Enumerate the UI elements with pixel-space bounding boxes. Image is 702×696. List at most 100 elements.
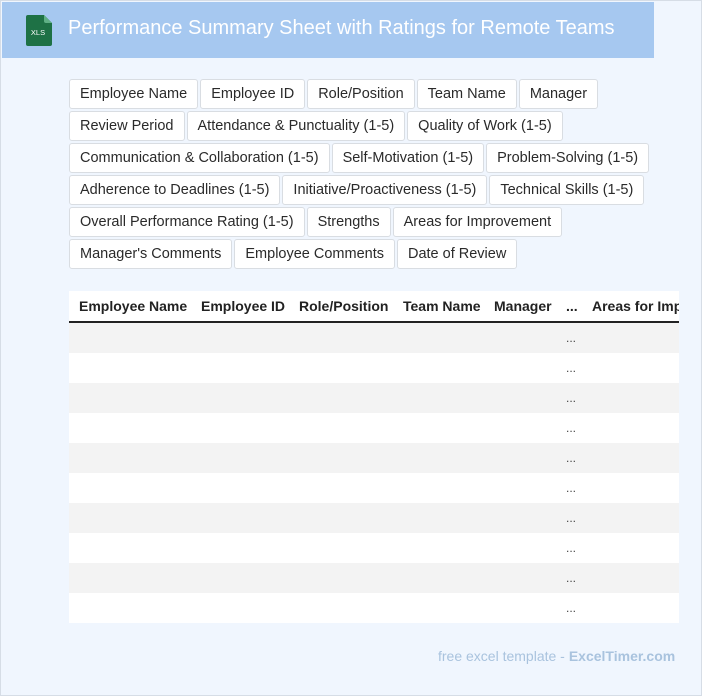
- table-cell[interactable]: [484, 353, 556, 383]
- table-cell[interactable]: [69, 593, 191, 623]
- table-cell[interactable]: [484, 503, 556, 533]
- table-cell[interactable]: [484, 383, 556, 413]
- table-cell[interactable]: ...: [556, 473, 582, 503]
- table-cell[interactable]: [393, 353, 484, 383]
- table-cell[interactable]: [393, 533, 484, 563]
- table-cell[interactable]: [69, 563, 191, 593]
- table-cell[interactable]: [69, 533, 191, 563]
- field-chip[interactable]: Date of Review: [396, 239, 518, 269]
- field-chip[interactable]: Self-Motivation (1-5): [331, 143, 485, 173]
- column-header[interactable]: Role/Position: [289, 291, 393, 323]
- table-cell[interactable]: [191, 563, 289, 593]
- table-cell[interactable]: [289, 353, 393, 383]
- field-chip[interactable]: Strengths: [306, 207, 391, 237]
- table-cell[interactable]: [289, 503, 393, 533]
- field-chip[interactable]: Communication & Collaboration (1-5): [69, 143, 330, 173]
- footer: free excel template - ExcelTimer.com: [438, 648, 675, 664]
- table-cell[interactable]: [582, 533, 679, 563]
- table-cell[interactable]: [69, 503, 191, 533]
- column-header[interactable]: Employee Name: [69, 291, 191, 323]
- table-cell[interactable]: [582, 443, 679, 473]
- table-cell[interactable]: [289, 563, 393, 593]
- field-chip[interactable]: Areas for Improvement: [392, 207, 563, 237]
- table-cell[interactable]: [191, 533, 289, 563]
- table-cell[interactable]: [191, 473, 289, 503]
- table-cell[interactable]: ...: [556, 503, 582, 533]
- table-cell[interactable]: [393, 443, 484, 473]
- column-header[interactable]: ...: [556, 291, 582, 323]
- field-chip[interactable]: Initiative/Proactiveness (1-5): [282, 175, 488, 205]
- table-cell[interactable]: [582, 563, 679, 593]
- table-cell[interactable]: [393, 593, 484, 623]
- table-cell[interactable]: [289, 443, 393, 473]
- table-cell[interactable]: [289, 533, 393, 563]
- table-cell[interactable]: [69, 473, 191, 503]
- field-chip[interactable]: Manager's Comments: [69, 239, 233, 269]
- table-cell[interactable]: [191, 353, 289, 383]
- table-cell[interactable]: [393, 322, 484, 353]
- field-chip[interactable]: Role/Position: [307, 79, 415, 109]
- table-cell[interactable]: [69, 353, 191, 383]
- table-cell[interactable]: ...: [556, 322, 582, 353]
- field-chip[interactable]: Employee ID: [200, 79, 306, 109]
- column-header[interactable]: Areas for Improvement: [582, 291, 679, 323]
- table-cell[interactable]: [289, 322, 393, 353]
- table-cell[interactable]: [191, 593, 289, 623]
- table-cell[interactable]: [582, 473, 679, 503]
- table-cell[interactable]: ...: [556, 353, 582, 383]
- table-cell[interactable]: [289, 413, 393, 443]
- table-cell[interactable]: [582, 503, 679, 533]
- table-cell[interactable]: [69, 322, 191, 353]
- table-cell[interactable]: [393, 473, 484, 503]
- table-cell[interactable]: [289, 383, 393, 413]
- table-cell[interactable]: [393, 563, 484, 593]
- table-cell[interactable]: [289, 593, 393, 623]
- table-cell[interactable]: ...: [556, 443, 582, 473]
- field-chip[interactable]: Employee Comments: [234, 239, 395, 269]
- field-chip[interactable]: Review Period: [69, 111, 185, 141]
- column-header[interactable]: Employee ID: [191, 291, 289, 323]
- table-cell[interactable]: [69, 383, 191, 413]
- column-header[interactable]: Manager: [484, 291, 556, 323]
- field-chip[interactable]: Quality of Work (1-5): [407, 111, 563, 141]
- table-cell[interactable]: ...: [556, 593, 582, 623]
- field-chip[interactable]: Manager: [518, 79, 599, 109]
- table-cell[interactable]: [191, 503, 289, 533]
- table-cell[interactable]: [393, 383, 484, 413]
- table-cell[interactable]: [191, 413, 289, 443]
- table-cell[interactable]: ...: [556, 533, 582, 563]
- table-cell[interactable]: [393, 503, 484, 533]
- table-cell[interactable]: [484, 593, 556, 623]
- field-chip[interactable]: Problem-Solving (1-5): [486, 143, 650, 173]
- table-cell[interactable]: [191, 383, 289, 413]
- table-cell[interactable]: ...: [556, 563, 582, 593]
- data-table: Employee Name Employee ID Role/Position Tea…: [69, 291, 679, 623]
- table-cell[interactable]: [393, 413, 484, 443]
- table-cell[interactable]: [484, 473, 556, 503]
- table-cell[interactable]: [582, 322, 679, 353]
- field-chip[interactable]: Team Name: [416, 79, 517, 109]
- field-chip[interactable]: Attendance & Punctuality (1-5): [186, 111, 406, 141]
- table-cell[interactable]: [191, 443, 289, 473]
- field-chip[interactable]: Technical Skills (1-5): [489, 175, 645, 205]
- table-cell[interactable]: [484, 413, 556, 443]
- column-header[interactable]: Team Name: [393, 291, 484, 323]
- table-cell[interactable]: [582, 593, 679, 623]
- table-cell[interactable]: ...: [556, 383, 582, 413]
- table-cell[interactable]: [69, 443, 191, 473]
- table-cell[interactable]: [484, 533, 556, 563]
- table-cell[interactable]: [191, 322, 289, 353]
- table-cell[interactable]: [484, 443, 556, 473]
- table-cell[interactable]: [484, 563, 556, 593]
- table-cell[interactable]: [582, 353, 679, 383]
- table-cell[interactable]: [484, 322, 556, 353]
- field-chip[interactable]: Overall Performance Rating (1-5): [69, 207, 305, 237]
- field-chip[interactable]: Employee Name: [69, 79, 199, 109]
- footer-brand-link[interactable]: ExcelTimer.com: [569, 648, 675, 664]
- table-cell[interactable]: [582, 413, 679, 443]
- table-cell[interactable]: [69, 413, 191, 443]
- table-cell[interactable]: [582, 383, 679, 413]
- table-cell[interactable]: ...: [556, 413, 582, 443]
- field-chip[interactable]: Adherence to Deadlines (1-5): [69, 175, 281, 205]
- table-cell[interactable]: [289, 473, 393, 503]
